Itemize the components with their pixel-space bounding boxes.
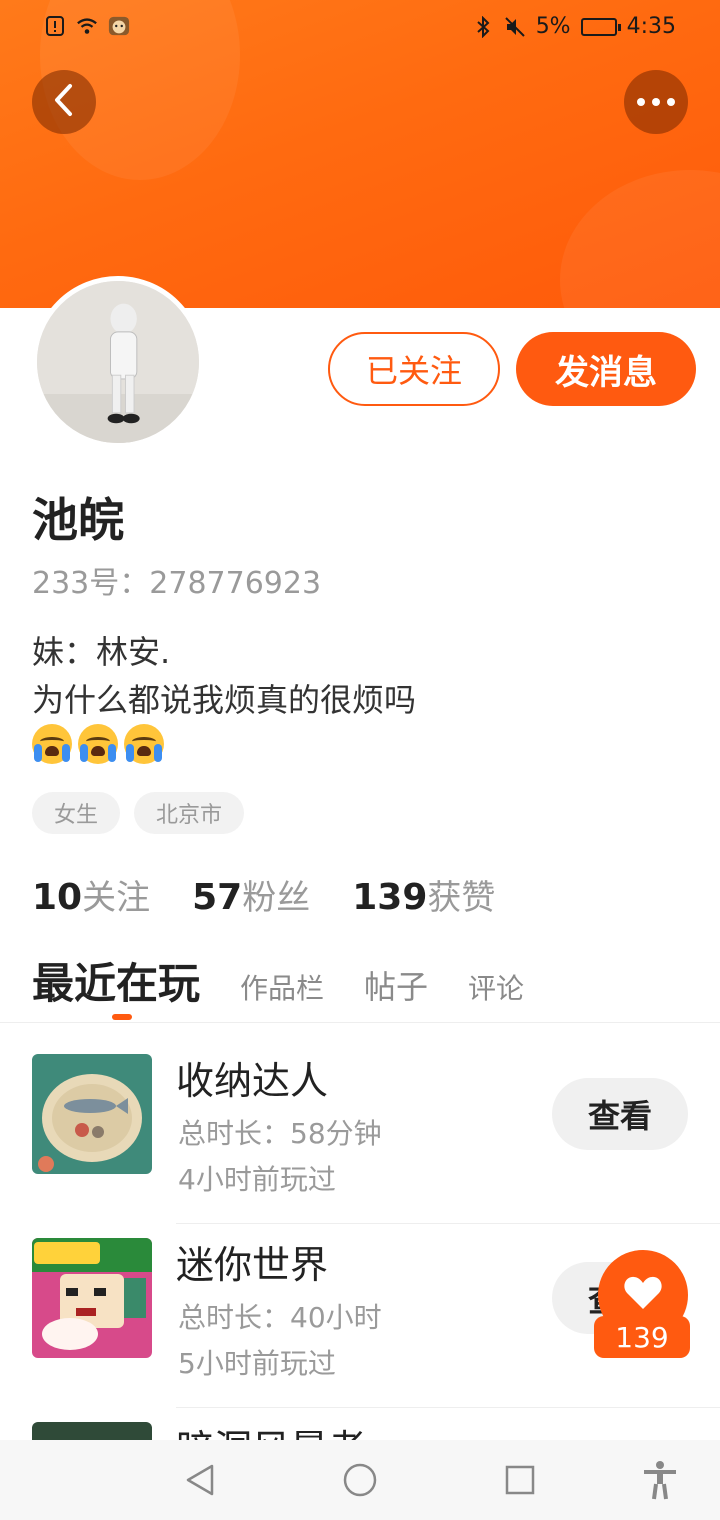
game-duration: 总时长：40小时 — [178, 1301, 382, 1334]
user-bio: 妹：林安. 为什么都说我烦真的很烦吗 — [32, 628, 416, 724]
game-last-played: 4小时前玩过 — [178, 1163, 336, 1196]
tab-works[interactable]: 作品栏 — [240, 967, 324, 1007]
stat-label: 粉丝 — [242, 878, 311, 918]
crying-face-emoji — [78, 724, 118, 764]
back-triangle-icon[interactable] — [180, 1460, 220, 1500]
stat-fans[interactable]: 57粉丝 — [192, 870, 310, 919]
followed-button[interactable]: 已关注 — [328, 332, 500, 406]
game-thumbnail — [32, 1054, 152, 1174]
user-id: 233号：278776923 — [32, 558, 321, 602]
recents-square-icon[interactable] — [500, 1460, 540, 1500]
more-button[interactable] — [624, 70, 688, 134]
avatar-image — [37, 281, 199, 443]
stat-value: 57 — [192, 877, 243, 918]
bluetooth-icon — [472, 15, 494, 39]
user-id-value: 278776923 — [149, 566, 322, 601]
status-bar: 5% 4:35 — [0, 0, 720, 56]
chevron-left-icon — [53, 83, 75, 121]
send-message-button[interactable]: 发消息 — [516, 332, 696, 406]
tag-gender: 女生 — [32, 792, 121, 834]
bio-line: 妹：林安. — [32, 633, 171, 671]
stat-following[interactable]: 10关注 — [32, 870, 150, 919]
mute-icon — [504, 15, 526, 39]
stat-value: 139 — [352, 877, 428, 918]
stat-value: 10 — [32, 877, 83, 918]
home-circle-icon[interactable] — [340, 1460, 380, 1500]
battery-icon — [580, 17, 621, 36]
more-dots-icon — [637, 98, 675, 106]
back-button[interactable] — [32, 70, 96, 134]
game-list-item[interactable]: 收纳达人 总时长：58分钟 4小时前玩过 查看 — [0, 1040, 720, 1224]
app-icon — [108, 14, 130, 38]
tab-label: 最近在玩 — [32, 959, 201, 1008]
wifi-icon — [76, 14, 98, 38]
stat-label: 关注 — [82, 878, 151, 918]
banner-decoration — [560, 170, 720, 308]
game-title: 迷你世界 — [176, 1243, 329, 1287]
tabs-divider — [0, 1022, 720, 1023]
stat-label: 获赞 — [427, 878, 496, 918]
tab-recently-played[interactable]: 最近在玩 — [32, 950, 201, 1020]
profile-stats: 10关注 57粉丝 139获赞 — [32, 870, 495, 919]
alert-icon — [44, 14, 66, 38]
like-count-badge: 139 — [594, 1316, 690, 1358]
game-thumbnail — [32, 1238, 152, 1358]
accessibility-icon[interactable] — [640, 1460, 680, 1500]
user-name: 池皖 — [32, 493, 124, 547]
system-nav-bar — [0, 1440, 720, 1520]
game-duration: 总时长：58分钟 — [178, 1117, 382, 1150]
battery-percent: 5% — [535, 14, 571, 39]
crying-face-emoji — [124, 724, 164, 764]
profile-tabs: 最近在玩 作品栏 帖子 评论 — [32, 950, 524, 1020]
profile-tags: 女生 北京市 — [32, 792, 245, 834]
bio-line: 为什么都说我烦真的很烦吗 — [32, 681, 417, 719]
heart-icon — [623, 1275, 663, 1315]
tag-location: 北京市 — [134, 792, 245, 834]
tab-comments[interactable]: 评论 — [468, 967, 524, 1007]
tab-indicator — [112, 1014, 132, 1020]
tab-posts[interactable]: 帖子 — [364, 962, 428, 1008]
stat-likes[interactable]: 139获赞 — [352, 870, 495, 919]
view-button[interactable]: 查看 — [552, 1078, 688, 1150]
crying-face-emoji — [32, 724, 72, 764]
user-id-prefix: 233号： — [32, 566, 150, 601]
clock: 4:35 — [626, 14, 676, 39]
game-last-played: 5小时前玩过 — [178, 1347, 336, 1380]
bio-emojis — [32, 724, 164, 764]
avatar[interactable] — [32, 276, 204, 448]
game-title: 收纳达人 — [176, 1059, 329, 1103]
